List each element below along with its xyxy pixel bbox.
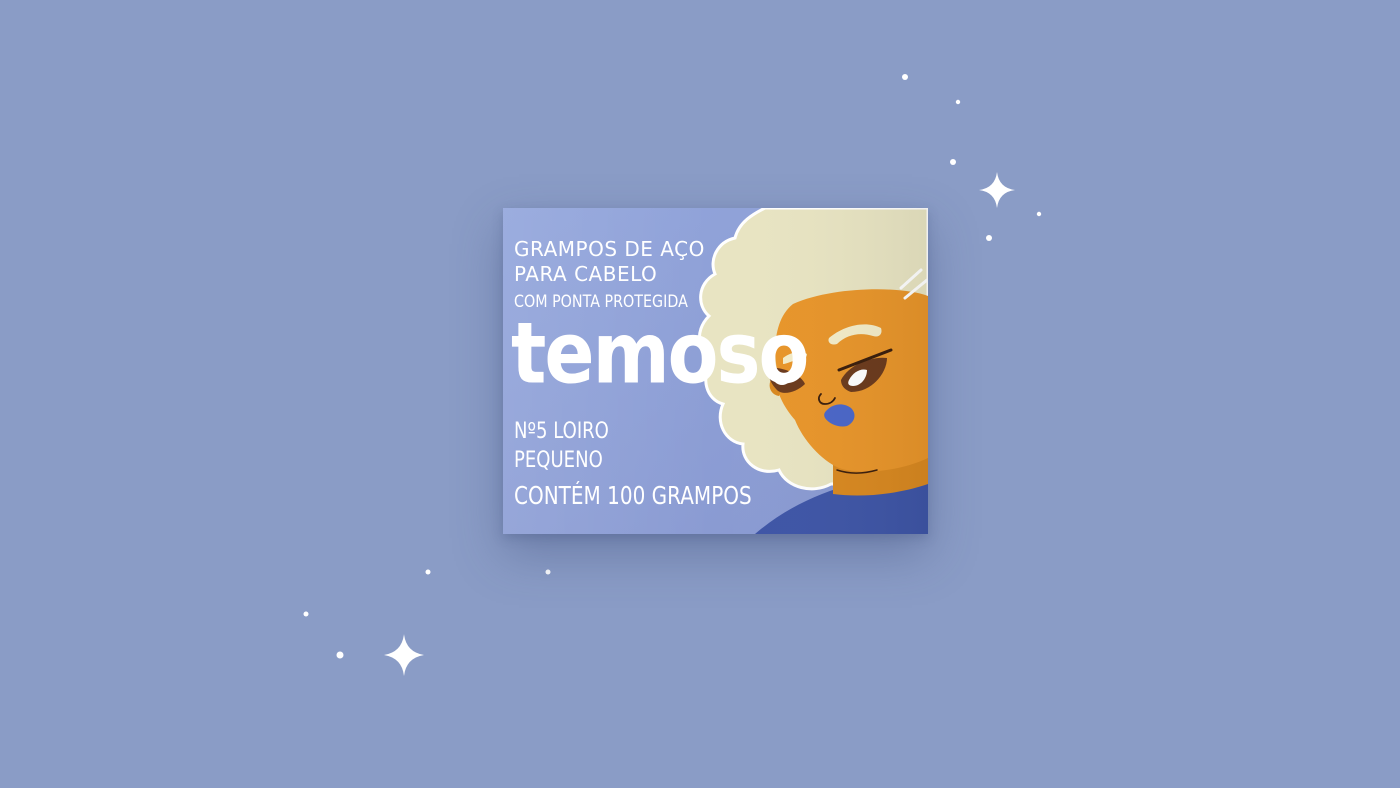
dot-icon — [336, 651, 344, 659]
dot-icon — [303, 611, 309, 617]
dot-icon — [950, 159, 956, 165]
product-shade: Nº5 LOIRO — [514, 419, 609, 444]
product-size: PEQUENO — [514, 448, 603, 473]
dot-icon — [545, 569, 551, 575]
dot-icon — [902, 74, 908, 80]
dot-icon — [986, 235, 992, 241]
dot-icon — [955, 99, 961, 105]
product-package: GRAMPOS DE AÇO PARA CABELO COM PONTA PRO… — [503, 208, 928, 534]
dot-icon — [1036, 211, 1042, 217]
brand-logo-text: temoso — [511, 304, 809, 403]
scene-background: GRAMPOS DE AÇO PARA CABELO COM PONTA PRO… — [0, 0, 1400, 788]
package-headline-line-2: PARA CABELO — [514, 262, 658, 286]
product-quantity: CONTÉM 100 GRAMPOS — [514, 481, 752, 510]
dot-icon — [425, 569, 431, 575]
package-headline-line-1: GRAMPOS DE AÇO — [514, 237, 705, 261]
